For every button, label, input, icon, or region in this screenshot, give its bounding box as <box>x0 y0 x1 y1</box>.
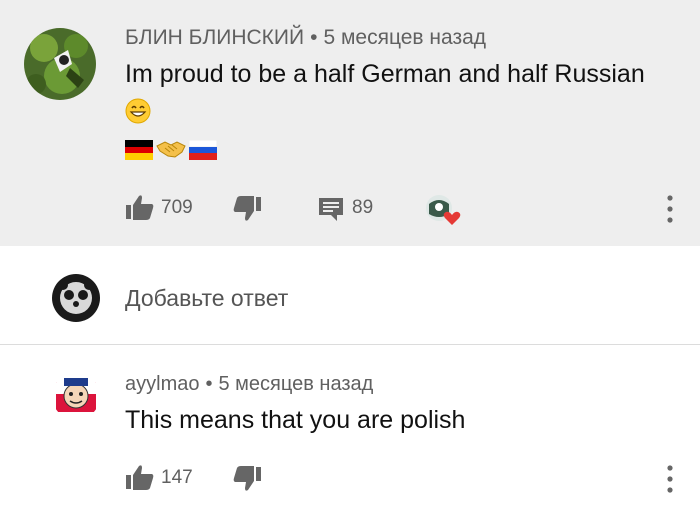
comment-text: Im proud to be a half German and half Ru… <box>125 60 645 88</box>
add-reply-input[interactable]: Добавьте ответ <box>125 285 288 312</box>
reply-text: This means that you are polish <box>125 406 466 434</box>
grinning-face-emoji <box>125 98 151 124</box>
meta-separator: • <box>205 373 213 395</box>
reply-author-name[interactable]: ayylmao <box>125 373 199 395</box>
highlighted-comment: БЛИН БЛИНСКИЙ • 5 месяцев назад Im proud t… <box>0 0 700 246</box>
reply-count[interactable]: 89 <box>352 197 373 219</box>
meta-separator: • <box>310 26 318 49</box>
more-options-icon[interactable] <box>664 463 676 495</box>
thumbs-up-icon[interactable] <box>125 463 155 491</box>
handshake-icon <box>156 138 186 160</box>
germany-flag-icon <box>125 140 153 160</box>
reply-author-avatar[interactable] <box>52 372 100 420</box>
russia-flag-icon <box>188 139 218 160</box>
reply-like-count: 147 <box>161 467 193 488</box>
comment-meta: БЛИН БЛИНСКИЙ • 5 месяцев назад <box>125 26 486 50</box>
comment-time[interactable]: 5 месяцев назад <box>323 26 486 49</box>
creator-heart-icon <box>424 194 464 226</box>
divider <box>0 344 700 345</box>
current-user-avatar <box>52 274 100 322</box>
thumbs-down-icon[interactable] <box>232 195 262 223</box>
reply-meta: ayylmao • 5 месяцев назад <box>125 373 373 396</box>
author-name[interactable]: БЛИН БЛИНСКИЙ <box>125 26 304 49</box>
author-avatar[interactable] <box>24 28 96 100</box>
more-options-icon[interactable] <box>664 193 676 225</box>
reply-time[interactable]: 5 месяцев назад <box>219 373 374 395</box>
thumbs-up-icon[interactable] <box>125 193 155 221</box>
thumbs-down-icon[interactable] <box>232 465 262 493</box>
reply-comment-icon[interactable] <box>317 196 345 222</box>
like-count: 709 <box>161 197 193 218</box>
